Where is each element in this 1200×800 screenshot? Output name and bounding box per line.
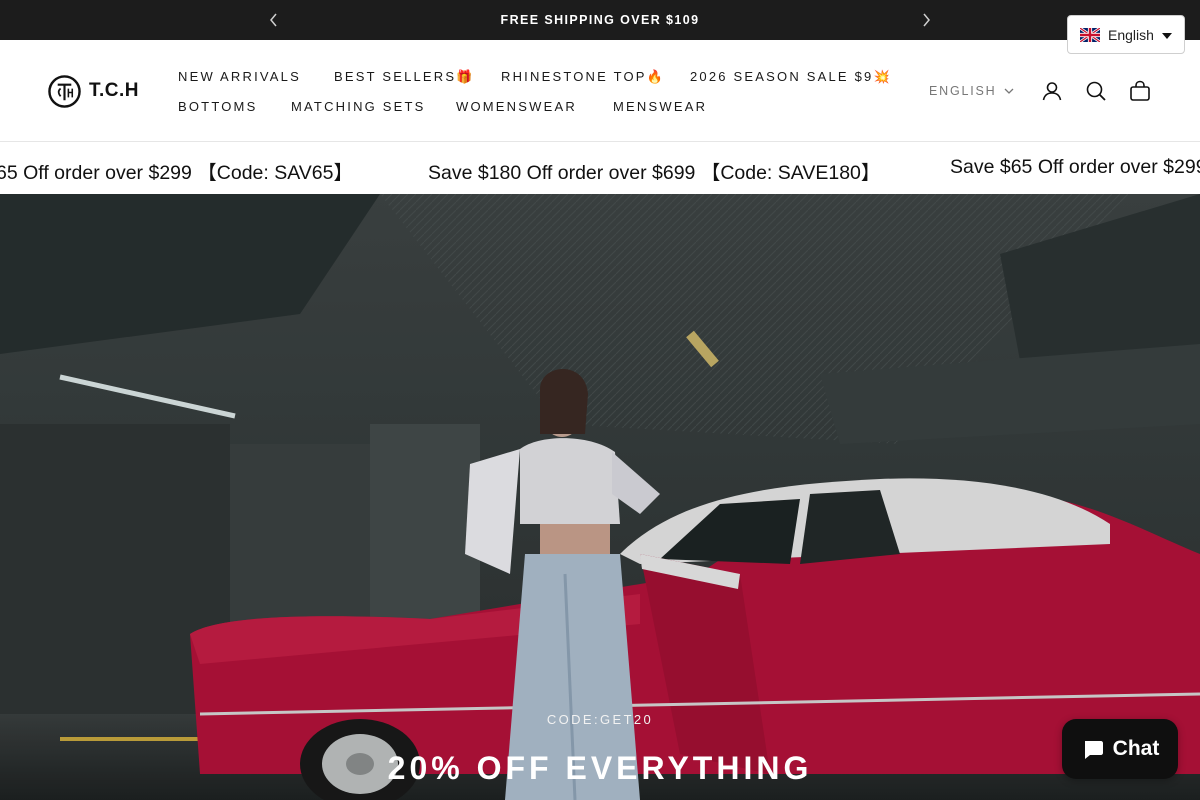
site-header: T.C.H NEW ARRIVALS BEST SELLERS🎁 RHINEST… [0,40,1200,142]
promo-ticker: 65 Off order over $299 【Code: SAV65】 Sav… [0,142,1200,194]
chat-bubble-icon [1084,741,1103,759]
ticker-item: 65 Off order over $299 【Code: SAV65】 [0,162,353,184]
announcement-bar: FREE SHIPPING OVER $109 [0,0,1200,40]
ticker-item: Save $180 Off order over $699 【Code: SAV… [428,162,881,184]
announcement-message: FREE SHIPPING OVER $109 [500,13,700,27]
language-select[interactable]: ENGLISH [929,84,1014,98]
uk-flag-icon [1080,27,1100,42]
hero-image [0,194,1200,800]
hero-headline: 20% OFF EVERYTHING [387,750,813,786]
language-dropdown[interactable]: English [1067,15,1185,54]
nav-item-matching-sets[interactable]: MATCHING SETS [291,99,426,114]
nav-item-bottoms[interactable]: BOTTOMS [178,99,257,114]
hero-code: CODE:GET20 [546,712,654,727]
nav-item-womenswear[interactable]: WOMENSWEAR [456,99,577,114]
hero-banner[interactable]: CODE:GET20 20% OFF EVERYTHING [0,194,1200,800]
nav-item-new-arrivals[interactable]: NEW ARRIVALS [178,69,301,84]
chat-button[interactable]: Chat [1062,719,1178,779]
nav-item-season-sale[interactable]: 2026 SEASON SALE $9💥 [690,69,892,85]
chevron-right-icon[interactable] [916,10,936,30]
language-dropdown-label: English [1108,26,1154,43]
chevron-down-icon [1005,88,1014,94]
nav-item-rhinestone-top[interactable]: RHINESTONE TOP🔥 [501,69,665,85]
tch-logo-icon [48,74,81,108]
ticker-item: Save $65 Off order over $299 [950,156,1200,178]
nav-item-menswear[interactable]: MENSWEAR [613,99,707,114]
logo-text: T.C.H [89,80,139,101]
nav-item-best-sellers[interactable]: BEST SELLERS🎁 [334,69,475,85]
logo[interactable]: T.C.H [48,74,139,108]
cart-icon[interactable] [1128,79,1152,103]
chat-label: Chat [1112,737,1160,760]
caret-down-icon [1162,33,1172,39]
search-icon[interactable] [1084,79,1108,103]
language-select-label: ENGLISH [929,84,997,98]
account-icon[interactable] [1040,79,1064,103]
